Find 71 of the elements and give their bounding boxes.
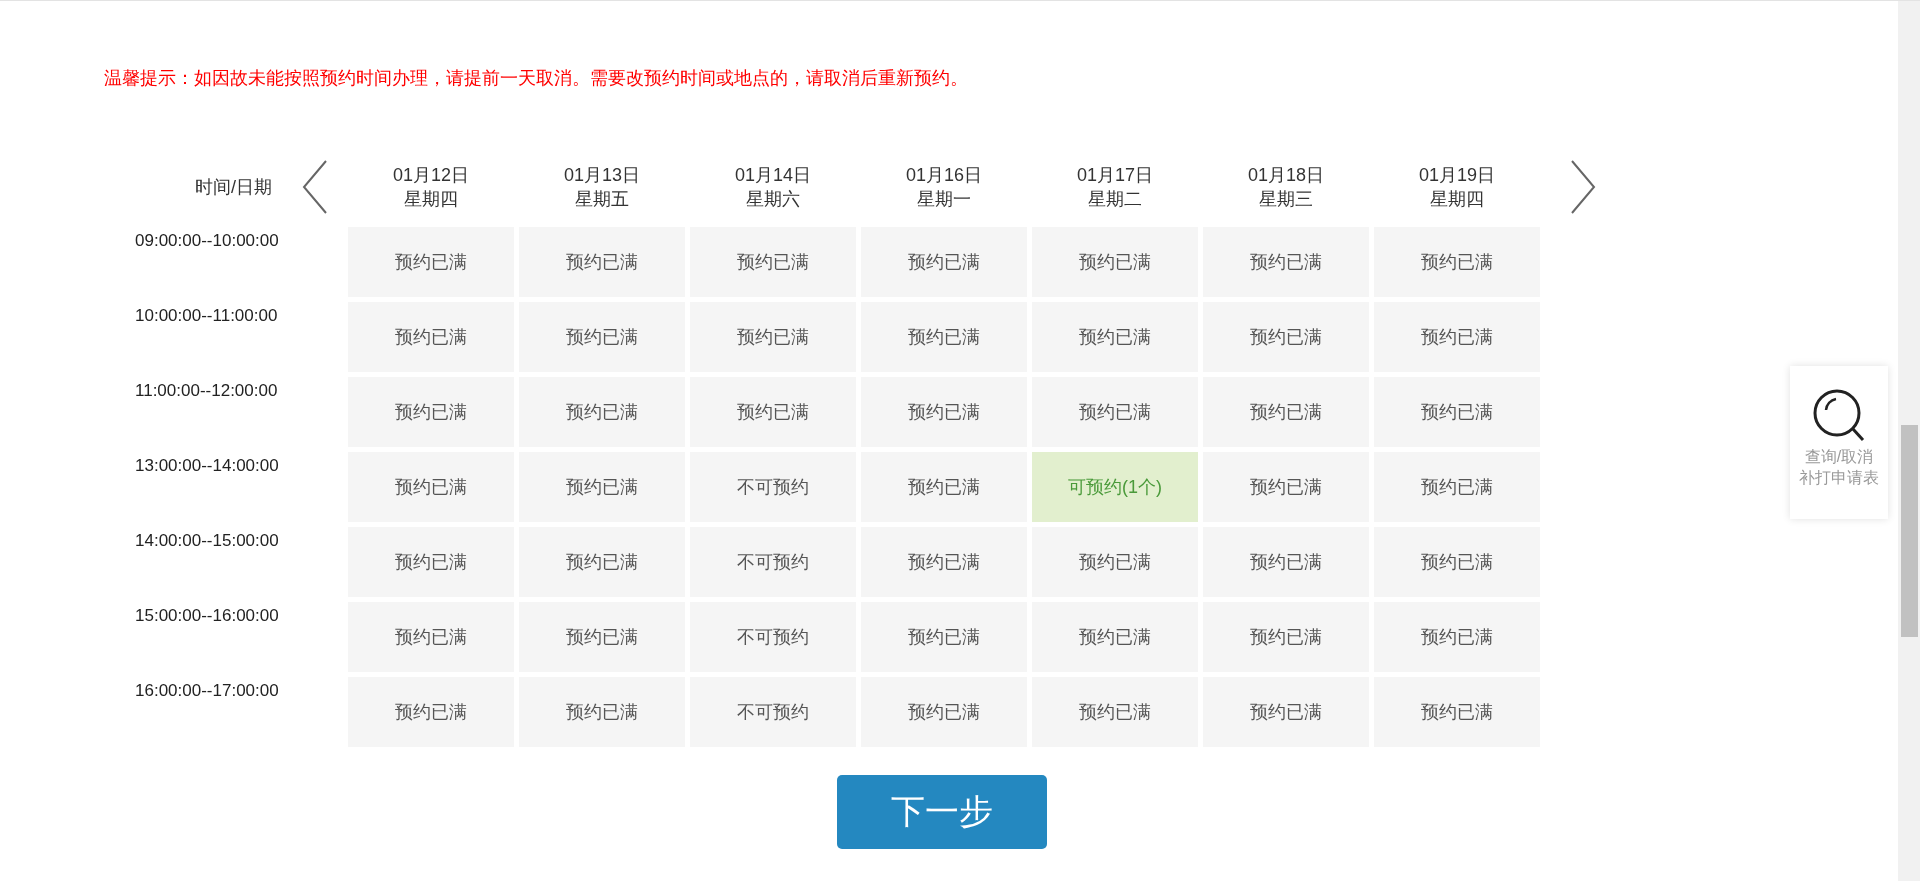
time-date-header: 时间/日期 <box>195 176 272 199</box>
fully-booked-cell: 预约已满 <box>348 377 514 447</box>
next-step-button[interactable]: 下一步 <box>836 775 1047 849</box>
unavailable-cell: 不可预约 <box>690 452 856 522</box>
fully-booked-cell: 预约已满 <box>1203 527 1369 597</box>
fully-booked-cell: 预约已满 <box>348 452 514 522</box>
fully-booked-cell: 预约已满 <box>861 452 1027 522</box>
time-slot-label: 13:00:00--14:00:00 <box>135 455 280 477</box>
unavailable-cell: 不可预约 <box>690 677 856 747</box>
time-slot-label: 10:00:00--11:00:00 <box>135 305 279 327</box>
scrollbar-thumb[interactable] <box>1901 425 1918 637</box>
fully-booked-cell: 预约已满 <box>861 677 1027 747</box>
fully-booked-cell: 预约已满 <box>519 527 685 597</box>
fully-booked-cell: 预约已满 <box>519 377 685 447</box>
fully-booked-cell: 预约已满 <box>1032 377 1198 447</box>
date-header: 01月16日 星期一 <box>904 164 983 211</box>
date-header: 01月19日 星期四 <box>1417 164 1496 211</box>
time-slot-label: 16:00:00--17:00:00 <box>135 680 280 702</box>
fully-booked-cell: 预约已满 <box>1032 677 1198 747</box>
time-slot-label: 09:00:00--10:00:00 <box>135 230 280 252</box>
date-header: 01月12日 星期四 <box>391 164 470 211</box>
date-header: 01月17日 星期二 <box>1075 164 1154 211</box>
fully-booked-cell: 预约已满 <box>1203 302 1369 372</box>
fully-booked-cell: 预约已满 <box>1203 452 1369 522</box>
fully-booked-cell: 预约已满 <box>348 302 514 372</box>
date-header: 01月18日 星期三 <box>1246 164 1325 211</box>
fully-booked-cell: 预约已满 <box>1374 227 1540 297</box>
time-slot-label: 14:00:00--15:00:00 <box>135 530 280 552</box>
fully-booked-cell: 预约已满 <box>348 227 514 297</box>
time-slot-label: 11:00:00--12:00:00 <box>135 380 279 402</box>
available-slot-cell[interactable]: 可预约(1个) <box>1032 452 1198 522</box>
fully-booked-cell: 预约已满 <box>1203 227 1369 297</box>
date-header: 01月14日 星期六 <box>733 164 812 211</box>
fully-booked-cell: 预约已满 <box>348 527 514 597</box>
fully-booked-cell: 预约已满 <box>348 602 514 672</box>
fully-booked-cell: 预约已满 <box>1374 377 1540 447</box>
fully-booked-cell: 预约已满 <box>348 677 514 747</box>
fully-booked-cell: 预约已满 <box>1374 302 1540 372</box>
search-icon <box>1812 388 1866 444</box>
fully-booked-cell: 预约已满 <box>519 602 685 672</box>
date-header: 01月13日 星期五 <box>562 164 641 211</box>
widget-label: 补打申请表 <box>1799 468 1879 488</box>
fully-booked-cell: 预约已满 <box>861 377 1027 447</box>
fully-booked-cell: 预约已满 <box>1203 677 1369 747</box>
unavailable-cell: 不可预约 <box>690 527 856 597</box>
fully-booked-cell: 预约已满 <box>519 227 685 297</box>
fully-booked-cell: 预约已满 <box>1374 677 1540 747</box>
query-cancel-widget[interactable]: 查询/取消 补打申请表 <box>1790 366 1888 519</box>
fully-booked-cell: 预约已满 <box>1032 527 1198 597</box>
fully-booked-cell: 预约已满 <box>861 227 1027 297</box>
fully-booked-cell: 预约已满 <box>1032 302 1198 372</box>
fully-booked-cell: 预约已满 <box>1203 377 1369 447</box>
fully-booked-cell: 预约已满 <box>690 302 856 372</box>
fully-booked-cell: 预约已满 <box>690 377 856 447</box>
time-slot-label: 15:00:00--16:00:00 <box>135 605 280 627</box>
fully-booked-cell: 预约已满 <box>1203 602 1369 672</box>
fully-booked-cell: 预约已满 <box>861 302 1027 372</box>
fully-booked-cell: 预约已满 <box>1374 527 1540 597</box>
widget-label: 查询/取消 <box>1804 447 1874 467</box>
fully-booked-cell: 预约已满 <box>690 227 856 297</box>
notice-text: 温馨提示：如因故未能按照预约时间办理，请提前一天取消。需要改预约时间或地点的，请取消后重新预约。 <box>103 67 969 90</box>
fully-booked-cell: 预约已满 <box>519 452 685 522</box>
fully-booked-cell: 预约已满 <box>861 602 1027 672</box>
fully-booked-cell: 预约已满 <box>1032 227 1198 297</box>
fully-booked-cell: 预约已满 <box>861 527 1027 597</box>
fully-booked-cell: 预约已满 <box>1374 602 1540 672</box>
unavailable-cell: 不可预约 <box>690 602 856 672</box>
fully-booked-cell: 预约已满 <box>519 302 685 372</box>
fully-booked-cell: 预约已满 <box>1374 452 1540 522</box>
fully-booked-cell: 预约已满 <box>1032 602 1198 672</box>
fully-booked-cell: 预约已满 <box>519 677 685 747</box>
